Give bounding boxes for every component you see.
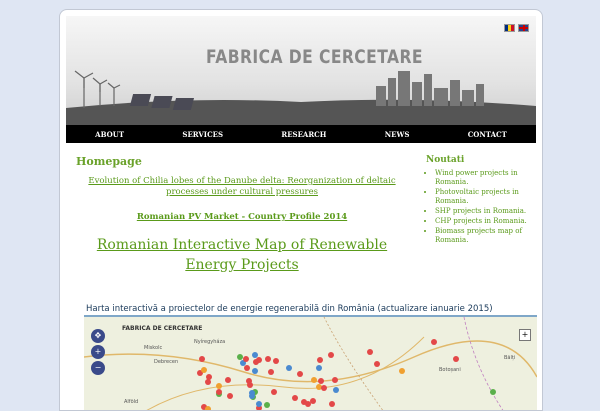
header-banner: FABRICA DE CERCETARE: [66, 16, 536, 125]
pan-control-icon[interactable]: ✥: [91, 329, 105, 343]
map-controls: ✥ + −: [89, 329, 107, 375]
map-title: Harta interactivă a proiectelor de energ…: [86, 304, 493, 314]
project-marker[interactable]: [317, 357, 323, 363]
project-marker[interactable]: [244, 365, 250, 371]
project-marker[interactable]: [256, 401, 262, 407]
news-item-chp[interactable]: CHP projects in Romania.: [435, 217, 531, 226]
nav-about[interactable]: ABOUT: [95, 130, 124, 139]
zoom-in-icon[interactable]: +: [91, 345, 105, 359]
news-item-shp[interactable]: SHP projects in Romania.: [435, 207, 531, 216]
nav-research[interactable]: RESEARCH: [281, 130, 326, 139]
project-marker[interactable]: [252, 368, 258, 374]
project-marker[interactable]: [453, 356, 459, 362]
english-flag-icon[interactable]: [518, 24, 529, 32]
city-label: Nyíregyháza: [194, 339, 225, 345]
link-chilia-lobes[interactable]: Evolution of Chilia lobes of the Danube …: [76, 176, 408, 198]
project-marker[interactable]: [216, 389, 222, 395]
language-switcher: [504, 24, 529, 32]
project-marker[interactable]: [332, 377, 338, 383]
city-label: Bălți: [504, 355, 515, 361]
project-marker[interactable]: [264, 402, 270, 408]
project-marker[interactable]: [253, 359, 259, 365]
nav-services[interactable]: SERVICES: [182, 130, 223, 139]
news-item-photovoltaic[interactable]: Photovoltaic projects in Romania.: [435, 188, 531, 206]
page-title: Homepage: [76, 155, 408, 168]
nav-news[interactable]: NEWS: [385, 130, 410, 139]
zoom-out-icon[interactable]: −: [91, 361, 105, 375]
layer-switcher-icon[interactable]: +: [519, 329, 531, 341]
main-nav: ABOUT SERVICES RESEARCH NEWS CONTACT: [66, 125, 536, 143]
map-banner-logo: FABRICA DE CERCETARE: [122, 325, 202, 332]
romanian-flag-icon[interactable]: [504, 24, 515, 32]
project-marker[interactable]: [237, 354, 243, 360]
main-content: Homepage Evolution of Chilia lobes of th…: [76, 155, 408, 275]
project-marker[interactable]: [205, 406, 211, 411]
news-item-wind[interactable]: Wind power projects in Romania.: [435, 169, 531, 187]
site-logo[interactable]: FABRICA DE CERCETARE: [206, 46, 423, 68]
sidebar-news: Noutati Wind power projects in Romania. …: [426, 155, 531, 246]
project-marker[interactable]: [316, 365, 322, 371]
news-item-biomass[interactable]: Biomass projects map of Romania.: [435, 227, 531, 245]
project-marker[interactable]: [399, 368, 405, 374]
news-list: Wind power projects in Romania. Photovol…: [426, 169, 531, 245]
link-interactive-map[interactable]: Romanian Interactive Map of Renewable En…: [76, 235, 408, 275]
city-label: Botoșani: [439, 367, 461, 373]
project-marker[interactable]: [216, 383, 222, 389]
project-marker[interactable]: [318, 378, 324, 384]
sidebar-title: Noutati: [426, 155, 531, 165]
project-marker[interactable]: [246, 378, 252, 384]
project-marker[interactable]: [321, 385, 327, 391]
page-container: FABRICA DE CERCETARE ABOUT SERVICES RESE…: [59, 9, 543, 411]
skyline-illustration: [66, 16, 536, 125]
project-marker[interactable]: [333, 387, 339, 393]
city-label: Debrecen: [154, 359, 178, 365]
interactive-map[interactable]: FABRICA DE CERCETARE ✥ + − + Debrecen Ny…: [84, 315, 537, 411]
project-marker[interactable]: [286, 365, 292, 371]
city-label: Miskolc: [144, 345, 162, 351]
nav-contact[interactable]: CONTACT: [468, 130, 507, 139]
link-pv-market[interactable]: Romanian PV Market - Country Profile 201…: [76, 212, 408, 222]
project-marker[interactable]: [271, 389, 277, 395]
project-marker[interactable]: [273, 358, 279, 364]
project-marker[interactable]: [367, 349, 373, 355]
project-marker[interactable]: [227, 393, 233, 399]
